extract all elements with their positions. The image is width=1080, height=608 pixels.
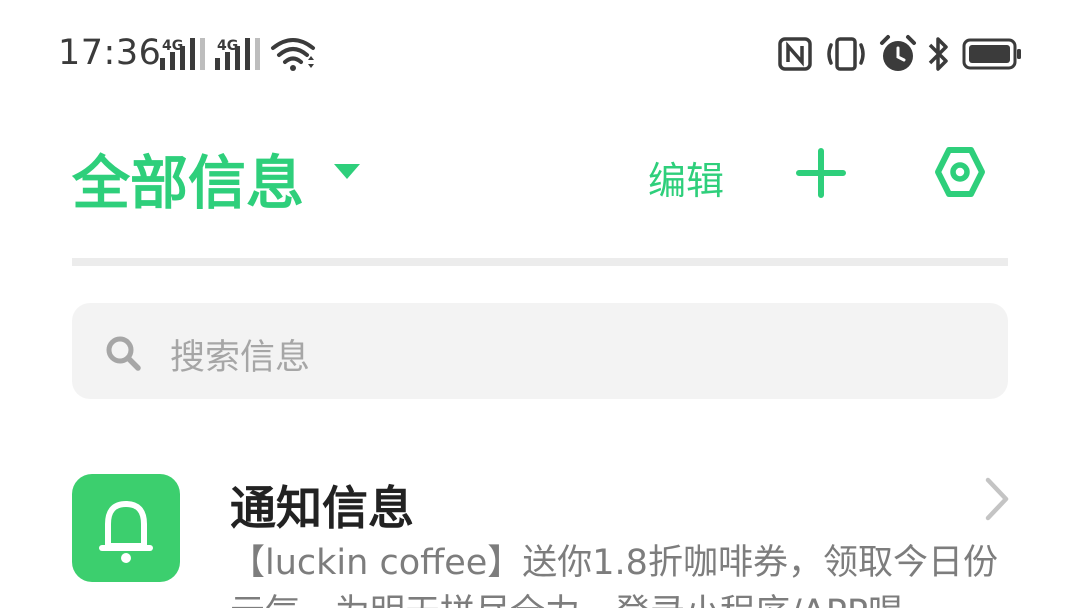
chevron-right-icon (985, 477, 1009, 521)
conversation-preview: 【luckin coffee】送你1.8折咖啡券，领取今日份元气，为明天拼尽全力… (230, 543, 998, 608)
status-time: 17:36 (58, 33, 162, 73)
wifi-icon (271, 38, 315, 71)
vibrate-icon (827, 37, 865, 71)
bluetooth-icon (928, 37, 948, 71)
edit-button[interactable]: 编辑 (648, 150, 724, 205)
alarm-icon (880, 35, 916, 71)
add-icon[interactable] (794, 146, 848, 200)
battery-icon (962, 38, 1021, 70)
notification-app-icon (72, 474, 180, 582)
search-input[interactable]: 搜索信息 (170, 329, 310, 380)
conversation-title: 通知信息 (230, 481, 414, 535)
page-title[interactable]: 全部信息 (72, 136, 304, 220)
bell-icon (99, 501, 153, 563)
filter-dropdown-icon[interactable] (334, 164, 360, 179)
search-icon (106, 336, 141, 371)
status-bar: 17:36 4G 4G (0, 0, 1080, 110)
header-divider (72, 258, 1008, 266)
settings-icon[interactable] (932, 144, 988, 200)
search-bar[interactable]: 搜索信息 (72, 303, 1008, 399)
cell-signal-2-icon: 4G (215, 38, 261, 70)
conversation-item-notifications[interactable]: 通知信息 【luckin coffee】送你1.8折咖啡券，领取今日份元气，为明… (0, 440, 1080, 608)
nfc-icon (778, 37, 812, 71)
app-header: 全部信息 编辑 (0, 120, 1080, 220)
cell-signal-1-icon: 4G (160, 38, 206, 70)
